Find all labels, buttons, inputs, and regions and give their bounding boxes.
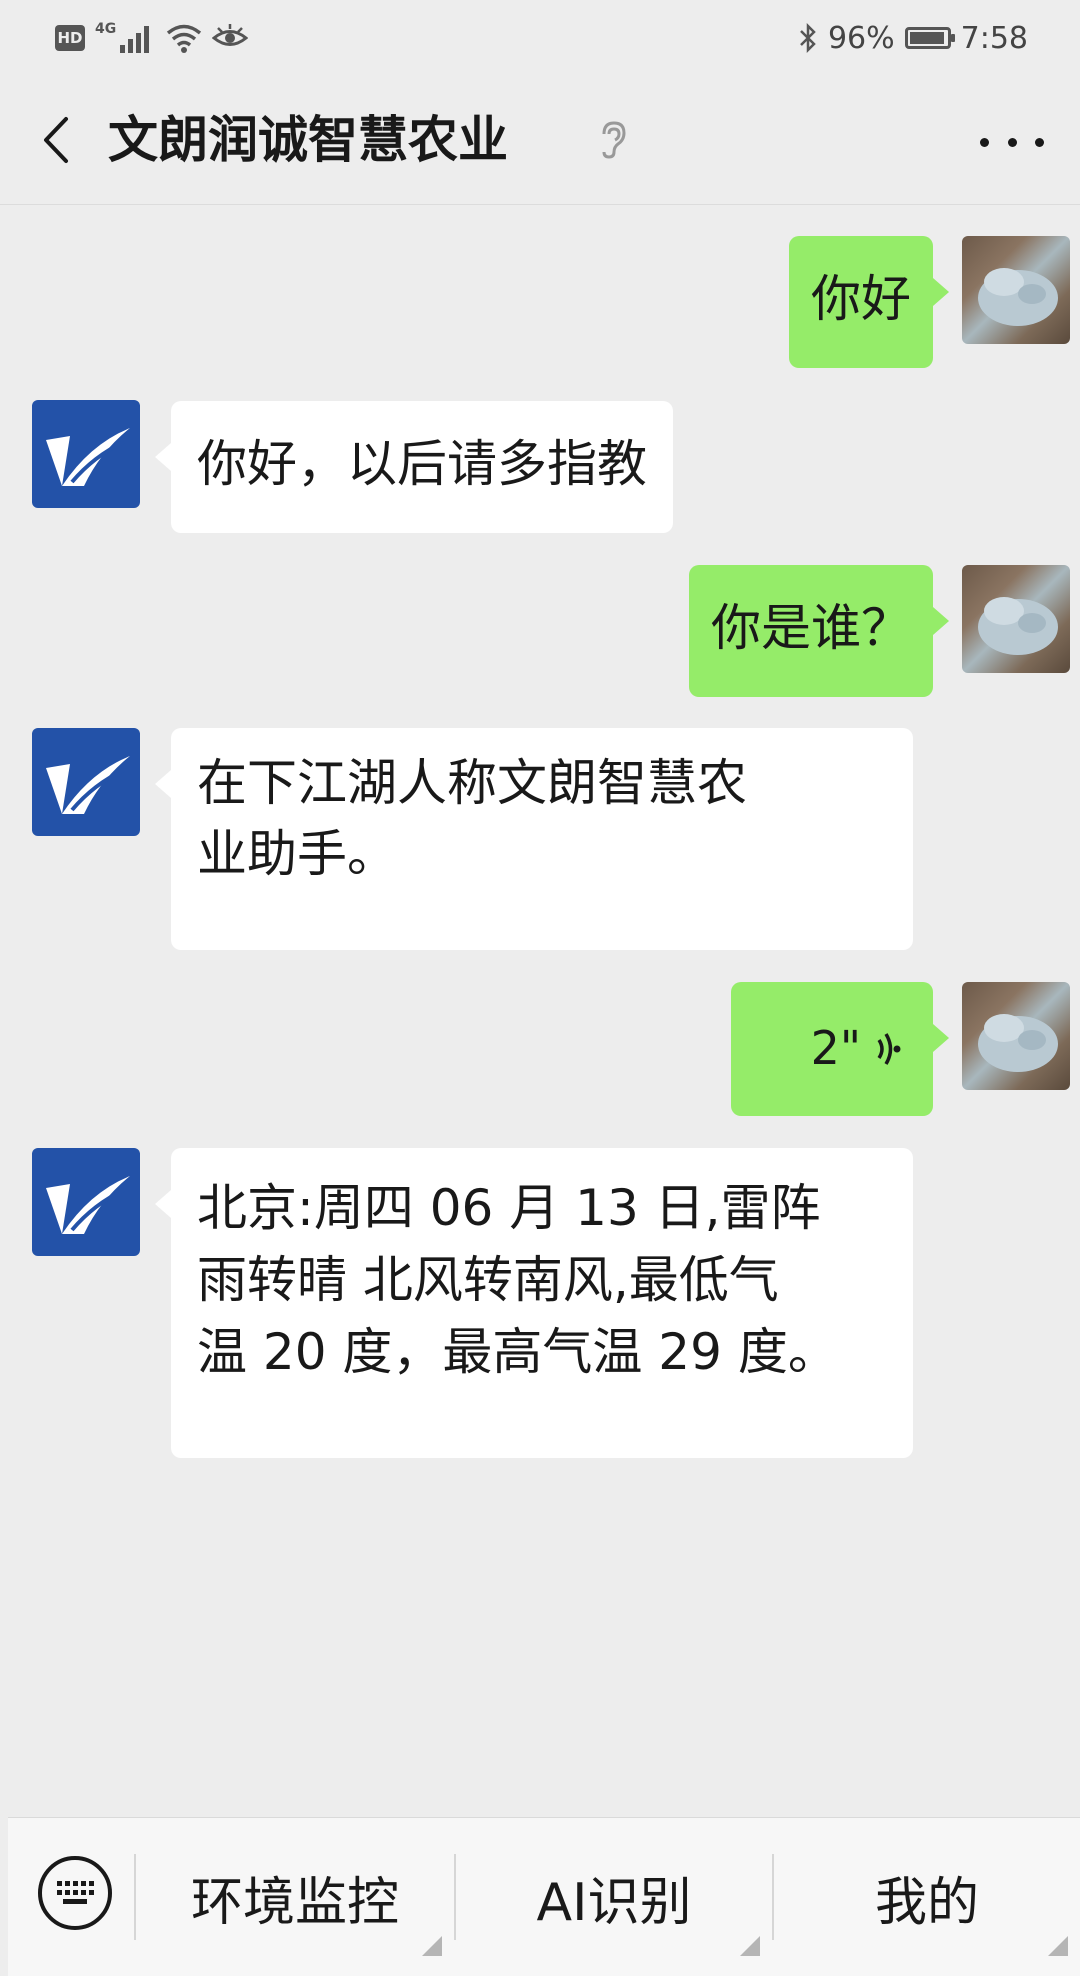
status-bar: HD 4G 96% 7:58: [0, 0, 1080, 76]
dot: [1007, 137, 1017, 147]
message-text: 你好: [811, 270, 911, 328]
status-right: 96% 7:58: [798, 18, 1028, 58]
menu-ai-recognition[interactable]: AI识别: [456, 1818, 772, 1976]
incoming-message[interactable]: 北京:周四 06 月 13 日,雷阵 雨转晴 北风转南风,最低气 温 20 度，…: [155, 1148, 913, 1458]
menu-label: 我的: [874, 1872, 979, 1933]
dot: [1035, 137, 1044, 147]
menu-label: 环境监控: [190, 1872, 399, 1933]
back-button[interactable]: [30, 112, 80, 168]
bot-avatar[interactable]: [32, 728, 140, 836]
message-text: 你好，以后请多指教: [197, 435, 647, 493]
message-text: 你是谁？: [711, 599, 911, 657]
bot-avatar[interactable]: [32, 1148, 140, 1256]
incoming-message[interactable]: 你好，以后请多指教: [155, 401, 673, 533]
status-left: HD 4G: [55, 18, 249, 58]
jade-figure-image: [978, 268, 1058, 326]
network-type: 4G: [95, 21, 117, 37]
logo-icon: [46, 1176, 130, 1234]
message-line: 雨转晴 北风转南风,最低气: [197, 1251, 779, 1309]
jade-figure-image: [978, 1014, 1058, 1072]
user-avatar[interactable]: [962, 982, 1070, 1090]
outgoing-message[interactable]: 你是谁？: [689, 565, 949, 697]
user-avatar[interactable]: [962, 565, 1070, 673]
chat-title: 文朗润诚智慧农业: [108, 111, 508, 169]
bot-avatar[interactable]: [32, 400, 140, 508]
message-line: 业助手。: [197, 825, 397, 883]
wifi-icon: [167, 24, 202, 53]
logo-icon: [46, 756, 130, 814]
message-line: 北京:周四 06 月 13 日,雷阵: [197, 1179, 821, 1237]
bluetooth-icon: [800, 22, 816, 54]
menu-mine[interactable]: 我的: [774, 1818, 1080, 1976]
message-line: 在下江湖人称文朗智慧农: [197, 754, 747, 812]
voice-duration: 2": [810, 1021, 861, 1076]
user-avatar[interactable]: [962, 236, 1070, 344]
dot: [980, 137, 989, 147]
eye-icon: [212, 24, 249, 46]
outgoing-message[interactable]: 你好: [789, 236, 949, 368]
submenu-indicator-icon: [1048, 1936, 1068, 1956]
menu-environment-monitor[interactable]: 环境监控: [136, 1818, 454, 1976]
incoming-message[interactable]: 在下江湖人称文朗智慧农 业助手。: [155, 728, 913, 950]
hd-badge: HD: [55, 25, 85, 51]
battery-percent: 96%: [827, 20, 895, 56]
logo-icon: [46, 428, 130, 486]
clock: 7:58: [960, 20, 1028, 56]
menu-label: AI识别: [536, 1872, 692, 1933]
message-line: 温 20 度，最高气温 29 度。: [197, 1323, 838, 1381]
jade-figure-image: [978, 597, 1058, 655]
submenu-indicator-icon: [422, 1936, 442, 1956]
chevron-left-icon: [44, 117, 68, 163]
chat-header: 文朗润诚智慧农业: [0, 76, 1080, 205]
bottom-menu-bar: 环境监控 AI识别 我的: [8, 1817, 1080, 1976]
ear-icon: [602, 121, 626, 159]
battery-icon: [904, 27, 955, 49]
signal-icon: [120, 26, 150, 53]
voice-wave-icon: [877, 1033, 901, 1065]
more-button[interactable]: [980, 122, 1044, 162]
submenu-indicator-icon: [740, 1936, 760, 1956]
voice-message[interactable]: 2": [731, 982, 949, 1116]
keyboard-icon: [57, 1881, 94, 1904]
keyboard-toggle-button[interactable]: [38, 1856, 112, 1930]
